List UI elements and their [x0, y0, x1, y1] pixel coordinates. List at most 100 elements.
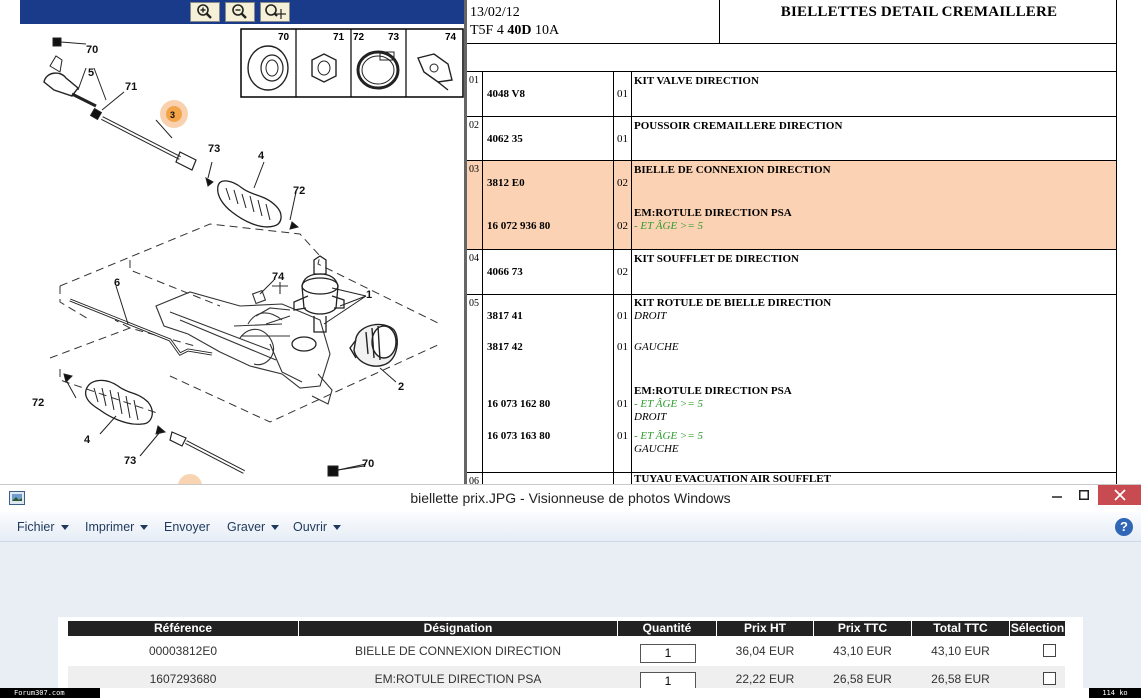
diagram-label-6[interactable]: 6 [114, 277, 120, 289]
col-header-quantity: Quantité [618, 621, 716, 636]
diagram-label-3[interactable]: 3 [170, 110, 175, 120]
part-designation: BIELLE DE CONNEXION DIRECTION [634, 164, 831, 176]
part-condition-note: - ET ÂGE >= 5 [634, 220, 704, 232]
part-side: DROIT [634, 310, 667, 322]
part-designation: POUSSOIR CREMAILLERE DIRECTION [634, 120, 843, 132]
menu-envoyer[interactable]: Envoyer [164, 520, 210, 534]
selection-checkbox[interactable] [1043, 672, 1056, 685]
steering-valve [291, 255, 345, 352]
col-header-price-ttc: Prix TTC [814, 621, 911, 636]
part-row-number: 01 [467, 72, 483, 116]
part-designation: TUYAU EVACUATION AIR SOUFFLET [634, 473, 831, 484]
part-row-02[interactable]: 02 4062 35 01 POUSSOIR CREMAILLERE DIREC… [467, 117, 1117, 161]
part-quantity: 01 [617, 341, 628, 353]
forum-watermark: Forum307.com [0, 688, 100, 698]
minimize-icon [1052, 496, 1062, 498]
window-titlebar[interactable]: biellette prix.JPG - Visionneuse de phot… [0, 484, 1141, 512]
part-row-03[interactable]: 03 3812 E0 02 BIELLE DE CONNEXION DIRECT… [467, 161, 1117, 250]
diagram-label-73-bottom[interactable]: 73 [124, 455, 136, 467]
part-quantity: 01 [617, 398, 628, 410]
highlight-callout-lower [178, 474, 202, 484]
part-condition-note: - ET ÂGE >= 5 [634, 398, 704, 410]
diagram-label-72-bottom[interactable]: 72 [32, 397, 44, 409]
diagram-pane: 70 71 72 73 74 70 5 71 3 73 4 72 74 6 1 … [20, 0, 464, 484]
parts-header: 13/02/12 T5F 4 40D 10A BIELLETTES DETAIL… [467, 0, 1117, 44]
legend-71: 71 [333, 32, 345, 43]
part-reference: 16 073 162 80 [487, 398, 551, 410]
parts-legend-box: 70 71 72 73 74 [240, 28, 464, 98]
col-header-reference: Référence [68, 621, 298, 636]
menu-imprimer[interactable]: Imprimer [85, 520, 149, 534]
part-side: DROIT [634, 411, 667, 423]
menu-label: Fichier [17, 520, 55, 534]
part-side: GAUCHE [634, 443, 679, 455]
diagram-label-74[interactable]: 74 [272, 271, 285, 283]
pan-zoom-button[interactable] [260, 2, 290, 22]
menu-fichier[interactable]: Fichier [17, 520, 69, 534]
maximize-button[interactable] [1074, 485, 1094, 505]
menu-label: Envoyer [164, 520, 210, 534]
part-reference: 3812 E0 [487, 177, 525, 189]
diagram-label-4-bottom[interactable]: 4 [84, 434, 91, 446]
minimize-button[interactable] [1047, 485, 1067, 505]
diagram-label-71[interactable]: 71 [125, 81, 137, 93]
window-title: biellette prix.JPG - Visionneuse de phot… [410, 490, 731, 506]
table-row: 00003812E0 BIELLE DE CONNEXION DIRECTION… [68, 638, 1065, 666]
zoom-out-button[interactable] [225, 2, 255, 22]
part-quantity: 01 [617, 430, 628, 442]
chevron-down-icon [333, 524, 342, 530]
part-designation: KIT SOUFFLET DE DIRECTION [634, 253, 799, 265]
vehicle-info: 13/02/12 T5F 4 40D 10A [467, 0, 720, 44]
part-row-number: 06 [467, 473, 483, 484]
zoom-in-button[interactable] [190, 2, 220, 22]
diagram-label-4-top[interactable]: 4 [258, 150, 265, 162]
bottom-strip: Forum307.com 114 ko [0, 688, 1141, 698]
diagram-label-70-bottom[interactable]: 70 [362, 458, 374, 470]
menu-ouvrir[interactable]: Ouvrir [293, 520, 342, 534]
diagram-label-5[interactable]: 5 [88, 67, 94, 79]
part-designation: EM:ROTULE DIRECTION PSA [634, 385, 792, 397]
diagram-label-70-top[interactable]: 70 [86, 44, 98, 56]
quantity-input[interactable]: 1 [640, 644, 696, 663]
exploded-diagram: 70 71 72 73 74 70 5 71 3 73 4 72 74 6 1 … [32, 28, 464, 484]
file-size-label: 114 ko [1089, 688, 1141, 698]
photo-viewport: Référence Désignation Quantité Prix HT P… [0, 542, 1141, 698]
part-reference: 4062 35 [487, 133, 523, 145]
cell-total-ttc: 43,10 EUR [931, 644, 990, 658]
part-reference: 4066 73 [487, 266, 523, 278]
part-row-05[interactable]: 05 KIT ROTULE DE BIELLE DIRECTION 3817 4… [467, 295, 1117, 473]
part-quantity: 01 [617, 88, 628, 100]
part-row-01[interactable]: 01 4048 V8 01 KIT VALVE DIRECTION [467, 72, 1117, 117]
part-reference: 3817 41 [487, 310, 523, 322]
pan-zoom-icon [265, 4, 286, 19]
tie-rod-lower [63, 373, 365, 477]
close-button[interactable] [1098, 485, 1141, 505]
cell-price-ht: 36,04 EUR [735, 644, 795, 658]
diagram-label-1[interactable]: 1 [366, 289, 372, 301]
vehicle-suffix: 10A [534, 23, 560, 38]
part-row-number: 05 [467, 295, 483, 472]
close-icon [1113, 489, 1126, 501]
zoom-toolbar [20, 0, 464, 24]
selection-checkbox[interactable] [1043, 644, 1056, 657]
rack-end-cap [349, 323, 398, 367]
part-row-04[interactable]: 04 4066 73 02 KIT SOUFFLET DE DIRECTION [467, 250, 1117, 295]
displayed-photo: Référence Désignation Quantité Prix HT P… [58, 617, 1083, 698]
catalog-date: 13/02/12 [470, 5, 520, 20]
vehicle-engine: 40D [507, 23, 532, 38]
diagram-label-2[interactable]: 2 [398, 381, 404, 393]
col-header-price-ht: Prix HT [717, 621, 813, 636]
diagram-label-73-top[interactable]: 73 [208, 143, 220, 155]
part-reference: 16 072 936 80 [487, 220, 551, 232]
part-designation: EM:ROTULE DIRECTION PSA [634, 207, 792, 219]
menu-label: Graver [227, 520, 266, 534]
help-button[interactable]: ? [1115, 518, 1133, 536]
cell-designation: BIELLE DE CONNEXION DIRECTION [354, 644, 562, 658]
vehicle-code-line: T5F 4 40D 10A [470, 22, 716, 40]
part-row-06[interactable]: 06 TUYAU EVACUATION AIR SOUFFLET [467, 473, 1117, 484]
menu-graver[interactable]: Graver [227, 520, 280, 534]
vehicle-code: T5F 4 [470, 23, 504, 38]
col-header-designation: Désignation [299, 621, 617, 636]
part-row-number: 04 [467, 250, 483, 294]
diagram-label-72-top[interactable]: 72 [293, 185, 305, 197]
